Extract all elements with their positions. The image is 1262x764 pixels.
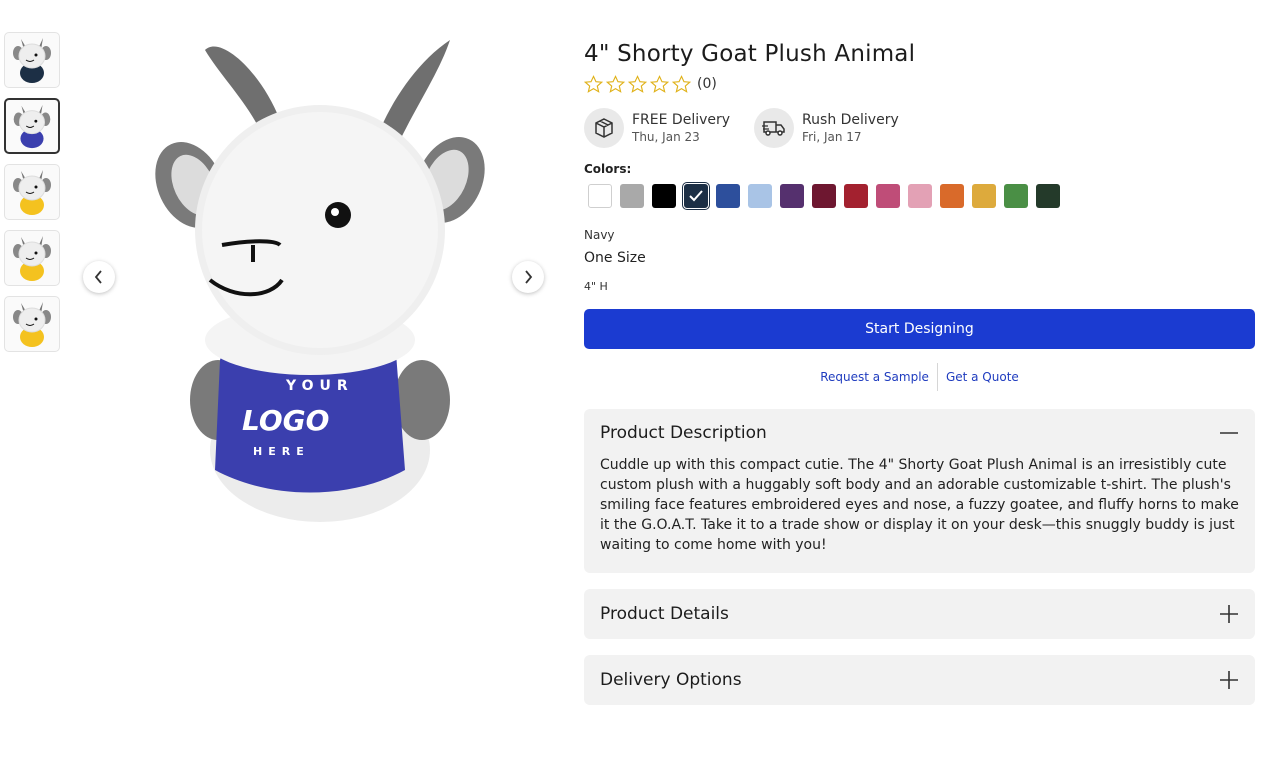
color-swatch[interactable] <box>972 184 996 208</box>
next-image-button[interactable] <box>512 261 544 293</box>
color-swatch[interactable] <box>876 184 900 208</box>
product-details-header[interactable]: Product Details <box>600 589 1239 639</box>
color-swatch[interactable] <box>1004 184 1028 208</box>
color-swatch[interactable] <box>620 184 644 208</box>
thumbnail[interactable] <box>4 230 60 286</box>
color-swatch[interactable] <box>812 184 836 208</box>
product-dimensions: 4" H <box>584 280 608 293</box>
get-quote-link[interactable]: Get a Quote <box>938 370 1027 384</box>
color-swatch[interactable] <box>780 184 804 208</box>
delivery-info: FREE Delivery Thu, Jan 23 Rush Delivery … <box>584 106 1255 150</box>
rush-delivery: Rush Delivery Fri, Jan 17 <box>754 106 899 150</box>
color-swatch[interactable] <box>652 184 676 208</box>
product-details-title: Product Details <box>600 604 729 624</box>
delivery-options-panel: Delivery Options <box>584 655 1255 705</box>
check-icon <box>689 190 703 202</box>
thumbnail[interactable] <box>4 296 60 352</box>
chevron-left-icon <box>94 270 102 284</box>
rating[interactable]: (0) <box>584 72 1255 96</box>
color-swatch[interactable] <box>940 184 964 208</box>
secondary-actions: Request a Sample Get a Quote <box>584 363 1255 391</box>
delivery-options-title: Delivery Options <box>600 670 742 690</box>
color-swatch[interactable] <box>683 183 709 209</box>
product-info: 4" Shorty Goat Plush Animal (0) FREE Del… <box>584 38 1255 705</box>
thumbnail[interactable] <box>4 164 60 220</box>
color-swatch[interactable] <box>748 184 772 208</box>
free-delivery-label: FREE Delivery <box>632 112 731 128</box>
product-details-panel: Product Details <box>584 589 1255 639</box>
free-delivery-date: Thu, Jan 23 <box>632 130 700 144</box>
delivery-options-header[interactable]: Delivery Options <box>600 655 1239 705</box>
rating-stars <box>584 74 691 94</box>
thumbnail-strip <box>4 32 60 362</box>
product-description-panel: Product Description Cuddle up with this … <box>584 409 1255 573</box>
chevron-right-icon <box>525 270 533 284</box>
star-icon <box>672 74 691 93</box>
rush-delivery-date: Fri, Jan 17 <box>802 130 862 144</box>
color-swatch[interactable] <box>908 184 932 208</box>
minus-icon <box>1220 432 1238 434</box>
star-icon <box>650 74 669 93</box>
color-swatch[interactable] <box>1036 184 1060 208</box>
plus-icon <box>1220 605 1238 623</box>
plus-icon <box>1220 671 1238 689</box>
product-description-body: Cuddle up with this compact cutie. The 4… <box>600 457 1239 553</box>
color-swatch[interactable] <box>716 184 740 208</box>
color-swatch[interactable] <box>844 184 868 208</box>
star-icon <box>628 74 647 93</box>
thumbnail[interactable] <box>4 32 60 88</box>
rating-count: (0) <box>697 76 717 92</box>
product-description-header[interactable]: Product Description <box>600 409 1239 457</box>
size-option[interactable]: One Size <box>584 250 1255 266</box>
shirt-text-top: YOUR <box>285 378 354 394</box>
start-designing-button[interactable]: Start Designing <box>584 309 1255 349</box>
colors-label: Colors: <box>584 162 632 176</box>
box-icon <box>584 108 624 148</box>
free-delivery: FREE Delivery Thu, Jan 23 <box>584 106 730 150</box>
previous-image-button[interactable] <box>83 261 115 293</box>
star-icon <box>584 74 603 93</box>
color-swatches <box>588 183 1255 209</box>
rush-delivery-label: Rush Delivery <box>802 112 899 128</box>
thumbnail[interactable] <box>4 98 60 154</box>
truck-icon <box>754 108 795 148</box>
main-product-image: YOUR LOGO HERE <box>150 30 490 530</box>
product-title: 4" Shorty Goat Plush Animal <box>584 41 916 67</box>
request-sample-link[interactable]: Request a Sample <box>812 370 937 384</box>
product-description-title: Product Description <box>600 423 767 443</box>
star-icon <box>606 74 625 93</box>
shirt-text-bottom: HERE <box>253 445 310 458</box>
selected-color-name: Navy <box>584 228 615 242</box>
shirt-text-main: LOGO <box>242 404 329 437</box>
color-swatch[interactable] <box>588 184 612 208</box>
